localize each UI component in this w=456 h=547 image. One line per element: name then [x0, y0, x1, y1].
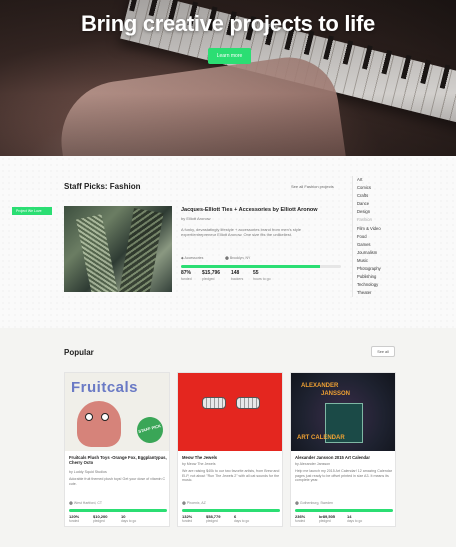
project-card[interactable]: ALEXANDER JANSSON ART CALENDAR Alexander… [290, 372, 396, 527]
hero-banner: Bring creative projects to life Learn mo… [0, 0, 456, 156]
category-label: Accessories [184, 256, 204, 260]
category-item-design[interactable]: Design [357, 208, 412, 216]
location-label: Gothenburg, Sweden [299, 501, 333, 505]
stat-days-label: days to go [347, 519, 363, 523]
art-text: ALEXANDER [301, 383, 339, 389]
category-item-games[interactable]: Games [357, 241, 412, 249]
jewel-graphic [202, 397, 226, 409]
location-label: West Hartford, CT [73, 501, 103, 505]
project-card-image[interactable]: ALEXANDER JANSSON ART CALENDAR [291, 373, 395, 451]
stat-backers-value: 148 [231, 270, 240, 276]
plush-toy-graphic [77, 401, 121, 447]
project-card-image[interactable]: Fruitcals STAFF PICK [65, 373, 169, 451]
stat-days-label: days to go [121, 519, 137, 523]
category-item-music[interactable]: Music [357, 257, 412, 265]
project-creator: by Alexander Jansson [295, 462, 331, 466]
map-pin-icon: ⬤ [69, 501, 73, 505]
category-item-food[interactable]: Food [357, 233, 412, 241]
tie-graphic [75, 214, 119, 292]
category-item-technology[interactable]: Technology [357, 281, 412, 289]
project-title[interactable]: Fruitcals Plush Toys -Orange Fox, Eggpla… [69, 455, 167, 465]
category-item-crafts[interactable]: Crafts [357, 192, 412, 200]
popular-section: Popular See all Fruitcals STAFF PICK Fru… [0, 328, 456, 547]
stat-pledged-label: pledged [202, 277, 215, 281]
project-location[interactable]: ⬤ West Hartford, CT [69, 501, 102, 505]
map-pin-icon: ⬤ [225, 256, 229, 260]
project-description: Adorable fruit themed plush toys! Get yo… [69, 477, 166, 486]
stat-funded-label: funded [182, 519, 193, 523]
popular-title: Popular [64, 348, 94, 357]
project-title[interactable]: Alexander Jansson 2015 Art Calendar [295, 455, 393, 460]
category-item-theater[interactable]: Theater [357, 289, 412, 297]
map-pin-icon: ⬤ [295, 501, 299, 505]
project-card-image[interactable] [178, 373, 282, 451]
featured-progress-fill [181, 265, 321, 268]
jewel-graphic [236, 397, 260, 409]
stat-days-label: days to go [234, 519, 250, 523]
staff-picks-section: Staff Picks: Fashion See all Fashion pro… [0, 156, 456, 328]
project-progress-bar [182, 509, 280, 512]
featured-project-title[interactable]: Jacques-Elliott Ties + Accessories by El… [181, 207, 341, 213]
category-item-film-video[interactable]: Film & Video [357, 225, 412, 233]
project-progress-fill [69, 509, 167, 512]
category-item-publishing[interactable]: Publishing [357, 273, 412, 281]
featured-location[interactable]: ⬤ Brooklyn, NY [225, 256, 250, 260]
category-nav: Art Comics Crafts Dance Design Fashion F… [352, 176, 412, 298]
staff-pick-badge: STAFF PICK [134, 414, 166, 446]
project-we-love-ribbon: Project We Love [12, 207, 52, 215]
project-progress-fill [295, 509, 393, 512]
featured-project-description: A funky, devastatingly lifestyle + acces… [181, 227, 301, 237]
project-card[interactable]: Fruitcals STAFF PICK Fruitcals Plush Toy… [64, 372, 170, 527]
stat-pledged-label: pledged [93, 519, 105, 523]
hero-title: Bring creative projects to life [81, 11, 375, 36]
stat-hours-label: hours to go [253, 277, 271, 281]
project-creator: by Meow The Jewels [182, 462, 216, 466]
plush-eye [85, 413, 93, 421]
location-label: Phoenix, AZ [186, 501, 206, 505]
stat-funded-label: funded [69, 519, 80, 523]
category-item-dance[interactable]: Dance [357, 200, 412, 208]
fruitcals-wordmark: Fruitcals [71, 379, 139, 396]
project-description: Help me launch my 2015 Art Calendar! 12 … [295, 469, 392, 483]
page: Bring creative projects to life Learn mo… [0, 0, 456, 547]
category-item-photography[interactable]: Photography [357, 265, 412, 273]
category-item-fashion[interactable]: Fashion [357, 216, 412, 224]
stat-funded-label: funded [295, 519, 306, 523]
location-label: Brooklyn, NY [229, 256, 251, 260]
category-item-art[interactable]: Art [357, 176, 412, 184]
art-text: ART CALENDAR [297, 435, 345, 441]
category-item-journalism[interactable]: Journalism [357, 249, 412, 257]
project-title[interactable]: Meow The Jewels [182, 455, 280, 460]
ribbon-label: Project We Love [16, 209, 42, 213]
stat-hours-value: 55 [253, 270, 259, 276]
category-item-comics[interactable]: Comics [357, 184, 412, 192]
learn-more-button[interactable]: Learn more [208, 48, 251, 64]
project-card[interactable]: Meow The Jewels by Meow The Jewels We ar… [177, 372, 283, 527]
badge-label: STAFF PICK [137, 423, 162, 434]
stat-backers-label: backers [231, 277, 244, 281]
stat-pledged-label: pledged [319, 519, 331, 523]
stat-funded-value: 87% [181, 270, 192, 276]
featured-category[interactable]: ◆ Accessories [181, 256, 203, 260]
featured-project-image[interactable] [64, 206, 172, 292]
see-all-fashion-link[interactable]: See all Fashion projects [291, 184, 334, 189]
project-progress-bar [69, 509, 167, 512]
stat-funded-label: funded [181, 277, 192, 281]
map-pin-icon: ⬤ [182, 501, 186, 505]
stat-pledged-value: $15,796 [202, 270, 221, 276]
staff-picks-title: Staff Picks: Fashion [64, 182, 141, 191]
featured-project-creator: by Elliott Aronow [181, 216, 211, 221]
project-description: We are raising $40k to our two favorite … [182, 469, 280, 483]
plush-eye [101, 413, 109, 421]
stat-pledged-label: pledged [206, 519, 218, 523]
project-location[interactable]: ⬤ Phoenix, AZ [182, 501, 206, 505]
project-progress-fill [182, 509, 280, 512]
art-text: JANSSON [321, 391, 351, 397]
project-location[interactable]: ⬤ Gothenburg, Sweden [295, 501, 333, 505]
featured-progress-bar [181, 265, 341, 268]
project-progress-bar [295, 509, 393, 512]
see-all-popular-button[interactable]: See all [371, 346, 395, 357]
tie-graphic [118, 208, 164, 292]
project-creator: by Luddy Squid Studios [69, 470, 107, 474]
